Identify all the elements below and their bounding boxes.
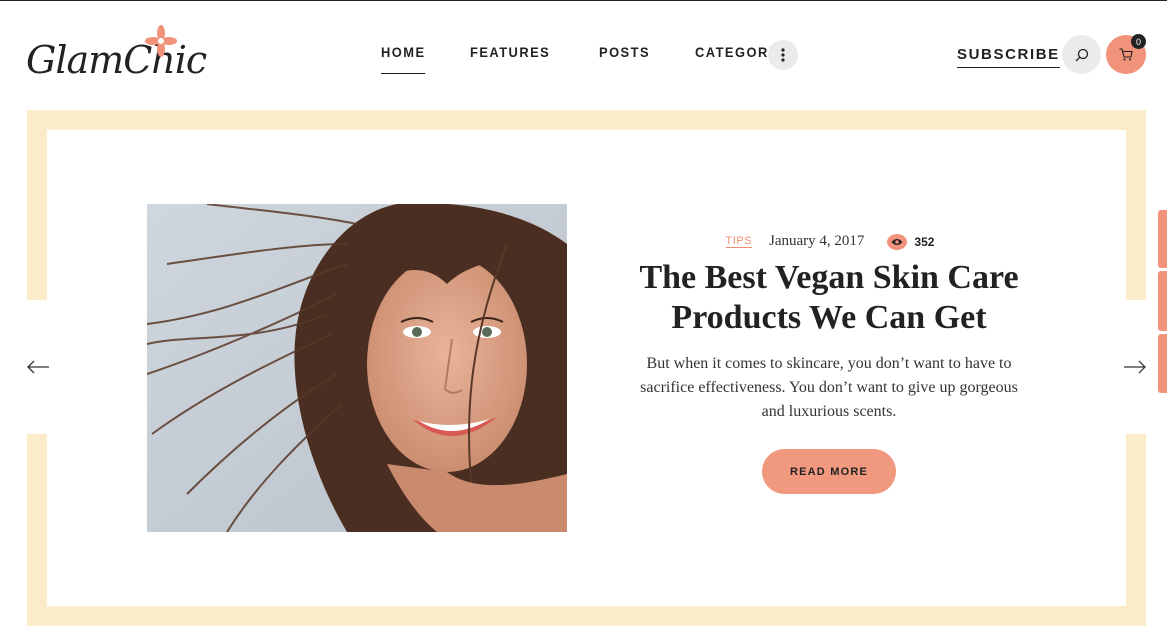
eye-icon [887, 233, 908, 250]
prev-slide-arrow-icon[interactable] [26, 358, 50, 376]
side-tab-3[interactable] [1158, 334, 1167, 393]
post-title[interactable]: The Best Vegan Skin Care Products We Can… [620, 258, 1038, 338]
views-count: 352 [914, 234, 935, 249]
nav-item-posts[interactable]: POSTS [599, 44, 650, 74]
side-tab-1[interactable] [1158, 210, 1167, 268]
read-more-button[interactable]: READ MORE [762, 449, 896, 494]
post-views: 352 [887, 233, 935, 250]
flower-icon [145, 25, 177, 57]
post-image[interactable] [147, 204, 567, 532]
search-button[interactable] [1062, 35, 1101, 74]
woman-portrait-image [147, 204, 567, 532]
cart-icon [1119, 48, 1133, 61]
post-meta: TIPS January 4, 2017 352 [640, 233, 1020, 250]
more-menu-button[interactable] [768, 40, 798, 70]
nav-item-features[interactable]: FEATURES [470, 44, 550, 74]
next-slide-arrow-icon[interactable] [1123, 358, 1147, 376]
side-tab-2[interactable] [1158, 271, 1167, 331]
subscribe-link[interactable]: SUBSCRIBE [957, 46, 1060, 68]
post-category-link[interactable]: TIPS [725, 235, 752, 248]
nav-item-home[interactable]: HOME [381, 44, 426, 74]
post-excerpt: But when it comes to skincare, you don’t… [640, 355, 1018, 420]
search-icon [1075, 48, 1088, 61]
post-date: January 4, 2017 [769, 233, 865, 249]
top-border [0, 0, 1167, 1]
site-logo[interactable]: GlamChic [26, 24, 207, 88]
logo-text: GlamChic [26, 38, 207, 82]
cart-count-badge: 0 [1131, 34, 1146, 49]
vertical-dots-icon [781, 48, 785, 62]
